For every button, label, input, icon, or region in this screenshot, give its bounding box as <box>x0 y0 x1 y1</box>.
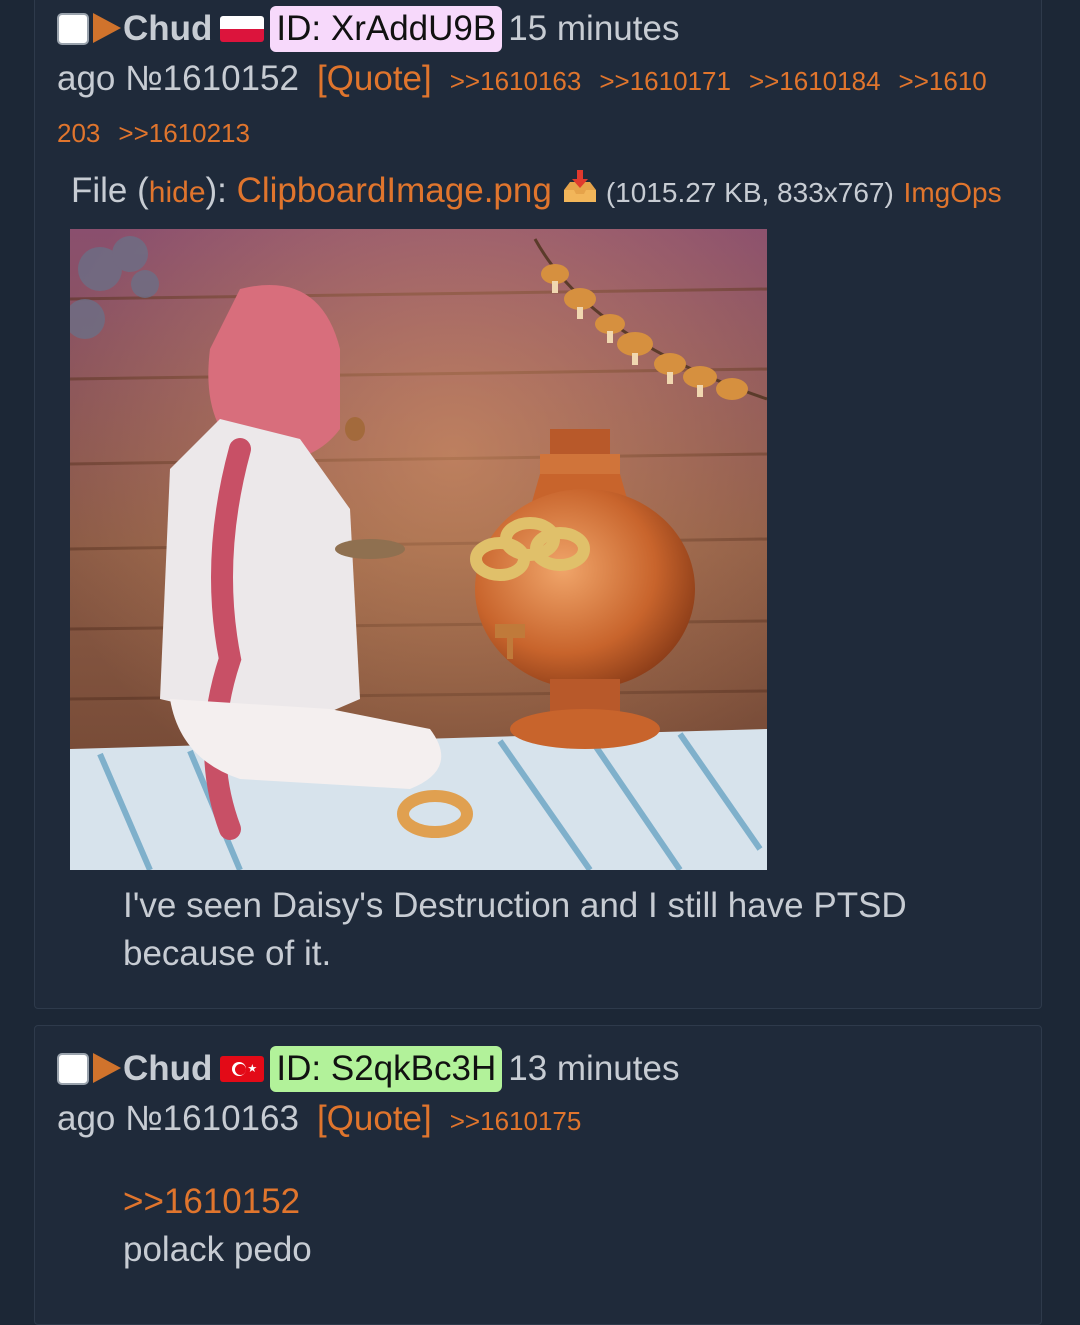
download-icon[interactable] <box>560 170 600 206</box>
file-name-link[interactable]: ClipboardImage.png <box>237 171 552 210</box>
reply-link[interactable]: >>1610213 <box>118 118 250 148</box>
post-select-checkbox[interactable] <box>57 13 89 45</box>
post-number[interactable]: №1610163 <box>125 1099 299 1138</box>
quotelink[interactable]: >>1610152 <box>123 1178 983 1226</box>
reply-link[interactable]: >>1610 <box>899 66 987 96</box>
post-header: Chud ★ ID: S2qkBc3H 13 minutes ago №1610163… <box>57 1044 1033 1146</box>
poster-name: Chud <box>123 1049 213 1088</box>
file-info: File (hide): ClipboardImage.png (1015.27… <box>71 169 1002 215</box>
reply-link[interactable]: >>1610171 <box>599 66 731 96</box>
turkey-flag-icon: ★ <box>220 1056 265 1082</box>
post-image-thumbnail[interactable] <box>70 229 767 870</box>
file-suffix: ): <box>205 171 237 210</box>
reply-link[interactable]: >>1610163 <box>450 66 582 96</box>
poster-name: Chud <box>123 9 213 48</box>
poland-flag-icon <box>220 16 265 42</box>
file-prefix: File ( <box>71 171 149 210</box>
post-time-1: 15 minutes <box>508 9 680 48</box>
reply-link[interactable]: >>1610184 <box>749 66 881 96</box>
expand-arrow-icon[interactable] <box>93 1053 121 1083</box>
reply-link-wrap[interactable]: 203 <box>57 118 100 148</box>
hide-file-link[interactable]: hide <box>149 176 206 209</box>
expand-arrow-icon[interactable] <box>93 13 121 43</box>
quote-button[interactable]: [Quote] <box>317 59 432 98</box>
post-time-1: 13 minutes <box>508 1049 680 1088</box>
file-meta: (1015.27 KB, 833x767) <box>605 177 894 208</box>
post-select-checkbox[interactable] <box>57 1053 89 1085</box>
imgops-link[interactable]: ImgOps <box>904 177 1002 208</box>
reply-link[interactable]: >>1610175 <box>450 1106 582 1136</box>
post-header: Chud ID: XrAddU9B 15 minutes ago №1610152 [… <box>57 4 1033 158</box>
post-time-2: ago <box>57 1099 116 1138</box>
poster-id-badge[interactable]: ID: XrAddU9B <box>270 6 503 52</box>
post-comment: >>1610152 polack pedo <box>123 1178 983 1274</box>
post-1610152: Chud ID: XrAddU9B 15 minutes ago №1610152 [… <box>34 0 1042 1009</box>
post-number[interactable]: №1610152 <box>125 59 299 98</box>
post-comment: I've seen Daisy's Destruction and I stil… <box>123 882 983 978</box>
post-time-2: ago <box>57 59 116 98</box>
comment-line: I've seen Daisy's Destruction and I stil… <box>123 886 907 925</box>
poster-id-badge[interactable]: ID: S2qkBc3H <box>270 1046 503 1092</box>
comment-line: polack pedo <box>123 1230 312 1269</box>
quote-button[interactable]: [Quote] <box>317 1099 432 1138</box>
post-1610163: Chud ★ ID: S2qkBc3H 13 minutes ago №1610163… <box>34 1025 1042 1325</box>
comment-line: because of it. <box>123 934 332 973</box>
